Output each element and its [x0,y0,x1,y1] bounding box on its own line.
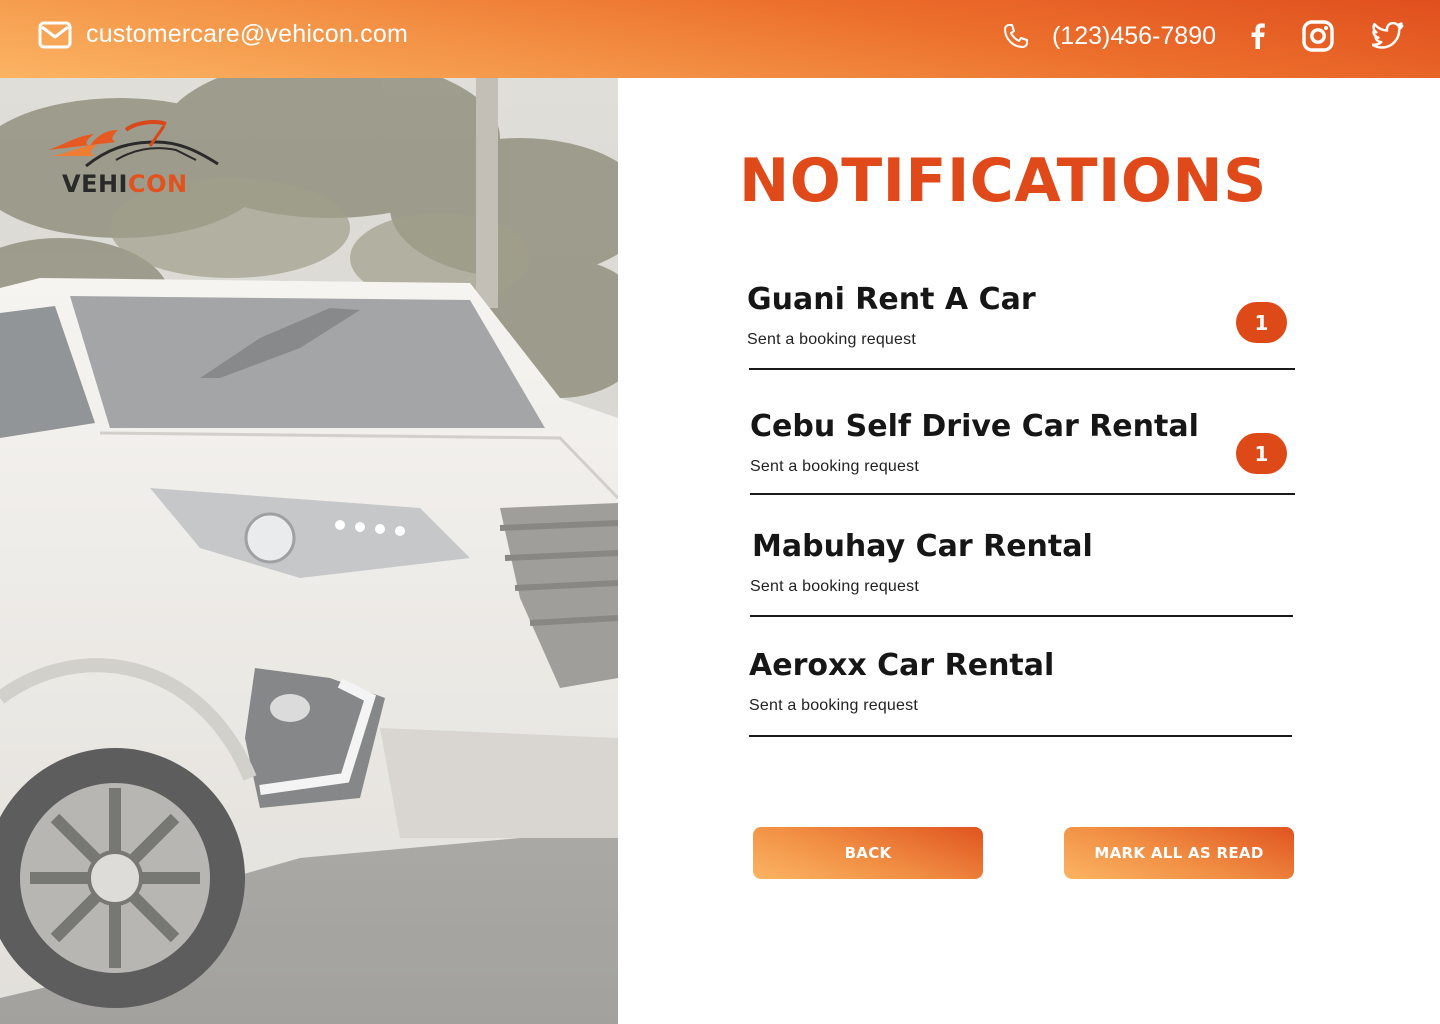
phone-number[interactable]: (123)456-7890 [1052,22,1216,51]
top-contact-bar: customercare@vehicon.com (123)456-7890 [0,0,1440,78]
back-button[interactable]: BACK [753,827,983,879]
page-title: NOTIFICATIONS [739,146,1267,216]
notification-item[interactable]: Guani Rent A Car Sent a booking request … [747,282,1295,371]
notification-message: Sent a booking request [750,458,919,475]
notification-sender: Cebu Self Drive Car Rental [750,409,1199,444]
item-divider [749,368,1295,370]
mark-all-read-button[interactable]: MARK ALL AS READ [1064,827,1294,879]
facebook-icon[interactable] [1250,22,1266,50]
twitter-icon[interactable] [1372,22,1404,50]
contact-social: (123)456-7890 [1002,20,1404,52]
email-contact[interactable]: customercare@vehicon.com [38,20,408,49]
email-address[interactable]: customercare@vehicon.com [86,20,408,49]
instagram-icon[interactable] [1302,20,1334,52]
item-divider [750,615,1293,617]
logo-text-part1: VEHI [62,170,128,198]
unread-count-badge: 1 [1236,302,1287,343]
notification-sender: Mabuhay Car Rental [752,529,1093,564]
notification-message: Sent a booking request [750,578,919,595]
notification-item[interactable]: Aeroxx Car Rental Sent a booking request [749,648,1292,738]
mail-icon [38,21,72,49]
notification-message: Sent a booking request [749,697,918,714]
notification-message: Sent a booking request [747,331,916,348]
phone-icon [1002,22,1030,50]
notification-item[interactable]: Mabuhay Car Rental Sent a booking reques… [750,529,1293,618]
unread-count-badge: 1 [1236,433,1287,474]
logo-wordmark: VEHICON [62,170,188,198]
item-divider [749,735,1292,737]
hero-car-image: VEHICON [0,78,618,1024]
notification-sender: Aeroxx Car Rental [749,648,1055,683]
vehicon-logo[interactable]: VEHICON [46,120,230,200]
item-divider [750,493,1295,495]
image-overlay [0,78,618,1024]
logo-text-part2: CON [127,170,188,198]
notification-sender: Guani Rent A Car [747,282,1036,317]
notification-item[interactable]: Cebu Self Drive Car Rental Sent a bookin… [750,409,1295,496]
